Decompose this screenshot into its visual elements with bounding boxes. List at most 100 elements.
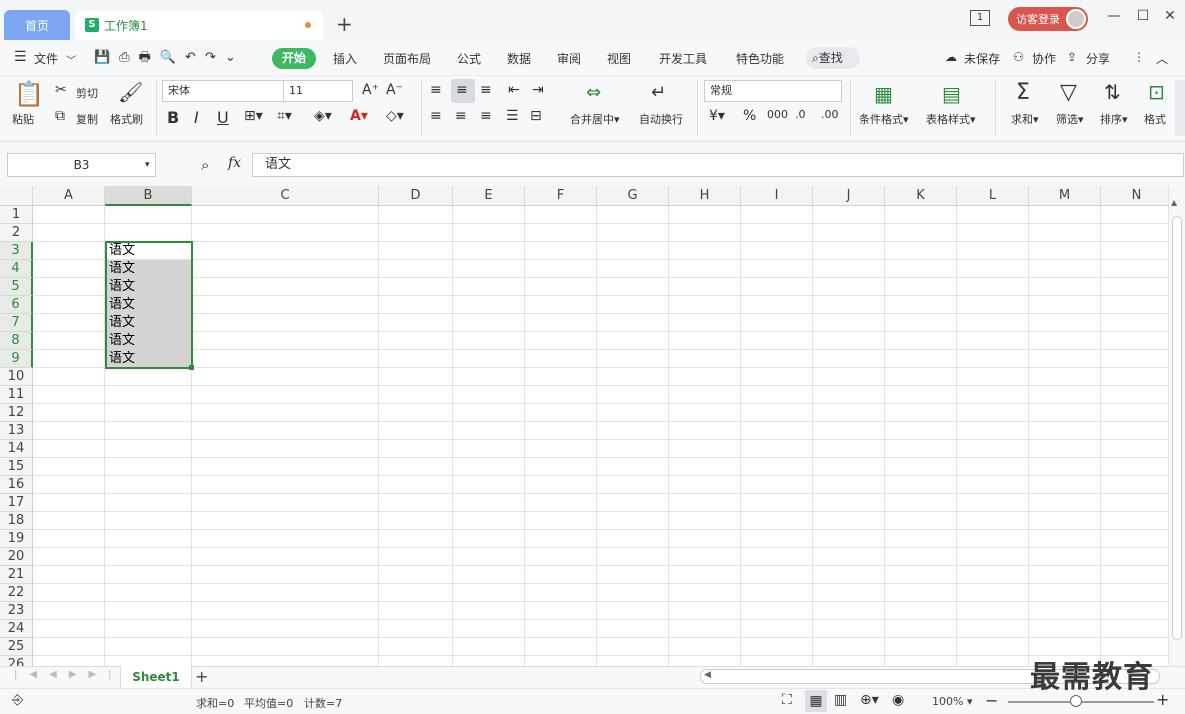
page-layout-view-icon[interactable]: ▥ [834, 692, 847, 708]
column-header-m[interactable]: M [1029, 186, 1101, 206]
align-right-icon[interactable]: ≡ [480, 108, 492, 124]
tab-features[interactable]: 特色功能 [736, 50, 784, 67]
fullscreen-icon[interactable]: ⛶ [782, 692, 792, 708]
number-format-select[interactable]: 常规 [704, 80, 842, 102]
column-header-a[interactable]: A [33, 186, 105, 206]
close-icon[interactable]: ✕ [1160, 8, 1180, 28]
bold-icon[interactable]: B [167, 108, 179, 127]
table-style-icon[interactable]: ▤ [942, 82, 961, 106]
row-header-1[interactable]: 1 [0, 206, 33, 224]
sum-button[interactable]: 求和▾ [1011, 111, 1039, 127]
column-header-c[interactable]: C [192, 186, 379, 206]
more-icon[interactable]: ⋮ [1133, 50, 1145, 64]
outdent-icon[interactable]: ⇤ [508, 82, 520, 98]
row-header-13[interactable]: 13 [0, 422, 33, 440]
tab-workbook[interactable]: S 工作簿1 [75, 10, 323, 40]
column-header-k[interactable]: K [885, 186, 957, 206]
macro-record-icon[interactable]: ⎆ [12, 692, 23, 708]
cut-button[interactable]: 剪切 [76, 85, 98, 101]
formula-input[interactable]: 语文 [252, 153, 1184, 177]
row-header-4[interactable]: 4 [0, 260, 33, 278]
normal-view-icon[interactable]: ▦ [805, 690, 827, 712]
row-header-23[interactable]: 23 [0, 602, 33, 620]
eye-protection-icon[interactable]: ◉ [892, 692, 904, 708]
zoom-level[interactable]: 100% ▾ [932, 695, 972, 708]
filter-button[interactable]: 筛选▾ [1056, 111, 1084, 127]
collapse-ribbon-icon[interactable]: ︿ [1156, 50, 1168, 67]
eraser-icon[interactable]: ◇▾ [386, 108, 404, 124]
row-header-9[interactable]: 9 [0, 350, 33, 368]
maximize-icon[interactable]: ☐ [1133, 8, 1153, 28]
increase-font-icon[interactable]: A⁺ [362, 82, 379, 98]
collab-button[interactable]: 协作 [1032, 50, 1056, 67]
fill-color-icon[interactable]: ◈▾ [314, 108, 332, 124]
tab-start[interactable]: 开始 [272, 48, 316, 69]
hamburger-menu-icon[interactable]: ☰ [14, 49, 27, 65]
unsaved-status[interactable]: 未保存 [964, 50, 1000, 67]
wrap-text-button[interactable]: 自动换行 [639, 111, 683, 127]
format-icon[interactable]: ⊡ [1148, 80, 1165, 104]
align-left-icon[interactable]: ≡ [430, 108, 442, 124]
zoom-formula-icon[interactable]: ⌕ [201, 156, 209, 174]
row-header-26[interactable]: 26 [0, 656, 33, 666]
sum-icon[interactable]: Σ [1016, 80, 1030, 105]
row-header-17[interactable]: 17 [0, 494, 33, 512]
avatar[interactable] [1066, 9, 1086, 29]
column-header-n[interactable]: N [1101, 186, 1168, 206]
column-header-l[interactable]: L [957, 186, 1029, 206]
window-count-icon[interactable]: 1 [970, 10, 990, 26]
ribbon-scroll-arrow[interactable] [1175, 80, 1185, 136]
conditional-format-icon[interactable]: ▦ [874, 82, 893, 106]
copy-button[interactable]: 复制 [76, 111, 98, 127]
column-header-b[interactable]: B [105, 186, 192, 206]
format-button[interactable]: 格式 [1144, 111, 1166, 127]
copy-icon[interactable]: ⧉ [55, 108, 65, 124]
sort-icon[interactable]: ⇅ [1104, 80, 1121, 104]
chevron-down-icon[interactable]: ﹀ [66, 52, 76, 67]
quick-access-icons[interactable]: 💾⎙🖶🔍↶↷⌄ [94, 48, 245, 70]
fill-handle[interactable] [189, 365, 194, 370]
merge-icon[interactable]: ⇔ [586, 82, 601, 103]
add-sheet-icon[interactable]: + [195, 667, 208, 686]
zoom-out-icon[interactable]: − [985, 691, 998, 710]
tab-view[interactable]: 视图 [607, 50, 631, 67]
row-header-10[interactable]: 10 [0, 368, 33, 386]
font-color-icon[interactable]: A▾ [350, 108, 368, 124]
scroll-left-icon[interactable]: ◀ [704, 670, 711, 680]
align-center-icon[interactable]: ≡ [455, 108, 467, 124]
zoom-in-icon[interactable]: + [1156, 690, 1169, 709]
row-header-8[interactable]: 8 [0, 332, 33, 350]
select-all-corner[interactable] [0, 186, 33, 206]
row-header-18[interactable]: 18 [0, 512, 33, 530]
new-tab-plus-icon[interactable]: + [336, 12, 353, 36]
tab-data[interactable]: 数据 [507, 50, 531, 67]
paste-icon[interactable]: 📋 [14, 80, 44, 108]
format-painter-button[interactable]: 格式刷 [110, 111, 143, 127]
row-header-25[interactable]: 25 [0, 638, 33, 656]
column-header-d[interactable]: D [379, 186, 453, 206]
justify-icon[interactable]: ☰ [506, 108, 519, 124]
currency-icon[interactable]: ¥▾ [709, 108, 725, 124]
decrease-font-icon[interactable]: A⁻ [386, 82, 403, 98]
conditional-format-button[interactable]: 条件格式▾ [859, 111, 909, 127]
merge-center-button[interactable]: 合并居中▾ [570, 111, 620, 127]
row-header-19[interactable]: 19 [0, 530, 33, 548]
column-header-f[interactable]: F [525, 186, 597, 206]
row-header-12[interactable]: 12 [0, 404, 33, 422]
sort-button[interactable]: 排序▾ [1100, 111, 1128, 127]
strike-icon[interactable]: ⌗▾ [277, 108, 292, 124]
menu-file[interactable]: 文件 [34, 50, 58, 67]
minimize-icon[interactable]: — [1104, 8, 1124, 28]
italic-icon[interactable]: I [194, 108, 199, 127]
sheet-nav-icons[interactable]: |◀◀▶▶| [14, 669, 124, 680]
name-box[interactable]: B3 ▾ [7, 153, 156, 177]
spreadsheet-grid[interactable]: A B C D E F G H I J K L M N 1 2 3 4 5 6 7 8 9 10 11 12 13 14 15 16 17 1… [0, 186, 1168, 666]
scissors-icon[interactable]: ✂ [55, 82, 67, 98]
share-button[interactable]: 分享 [1086, 50, 1110, 67]
row-header-14[interactable]: 14 [0, 440, 33, 458]
fx-icon[interactable]: fx [228, 155, 241, 171]
distribute-icon[interactable]: ⊟ [530, 108, 542, 124]
font-name-select[interactable]: 宋体 [162, 80, 284, 102]
font-size-select[interactable]: 11 [283, 80, 353, 102]
tab-page-layout[interactable]: 页面布局 [383, 50, 431, 67]
